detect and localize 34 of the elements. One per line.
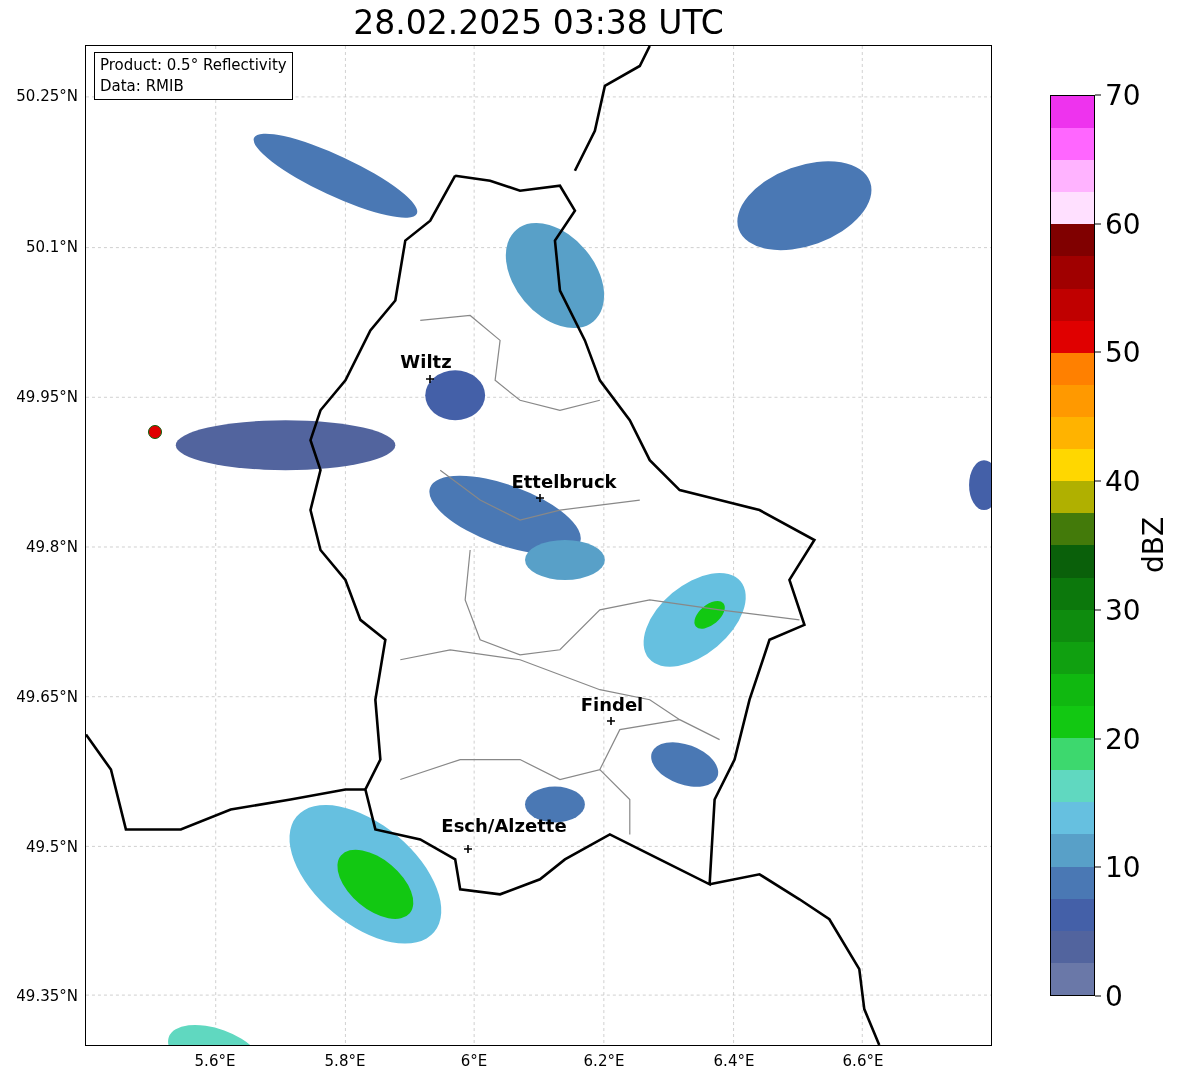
longitude-label: 6.6°E: [842, 1052, 884, 1070]
city-marker-icon: [464, 845, 472, 853]
city-label: Esch/Alzette: [441, 815, 567, 836]
scale-label: 40: [1105, 464, 1141, 498]
latitude-label: 49.95°N: [16, 388, 78, 406]
longitude-label: 6°E: [460, 1052, 488, 1070]
longitude-label: 6.4°E: [713, 1052, 755, 1070]
latitude-label: 49.5°N: [25, 838, 78, 856]
info-text: Product: 0.5° Reflectivity: [100, 55, 287, 76]
scale-label: 30: [1105, 593, 1141, 627]
longitude-label: 5.8°E: [324, 1052, 366, 1070]
scale-label: 0: [1105, 979, 1123, 1013]
latitude-label: 49.35°N: [16, 987, 78, 1005]
latitude-label: 49.8°N: [25, 538, 78, 556]
radar-site-icon: [148, 425, 162, 439]
scale-label: 70: [1105, 78, 1141, 112]
chart-title: 28.02.2025 03:38 UTC: [352, 3, 725, 42]
longitude-label: 5.6°E: [194, 1052, 236, 1070]
city-label: Findel: [580, 694, 644, 715]
city-label: Ettelbruck: [511, 471, 617, 492]
city-label: Wiltz: [400, 351, 452, 372]
city-marker-icon: [607, 717, 615, 725]
scale-label: 20: [1105, 722, 1141, 756]
scale-label: 50: [1105, 335, 1141, 369]
scale-label: 10: [1105, 850, 1141, 884]
city-marker-icon: [426, 375, 434, 383]
latitude-label: 50.25°N: [16, 87, 78, 105]
longitude-label: 6.2°E: [583, 1052, 625, 1070]
scale-title: dBZ: [1136, 516, 1170, 574]
latitude-label: 49.65°N: [16, 688, 78, 706]
city-marker-icon: [536, 494, 544, 502]
latitude-label: 50.1°N: [25, 238, 78, 256]
info-text: Data: RMIB: [100, 76, 185, 97]
scale-label: 60: [1105, 207, 1141, 241]
